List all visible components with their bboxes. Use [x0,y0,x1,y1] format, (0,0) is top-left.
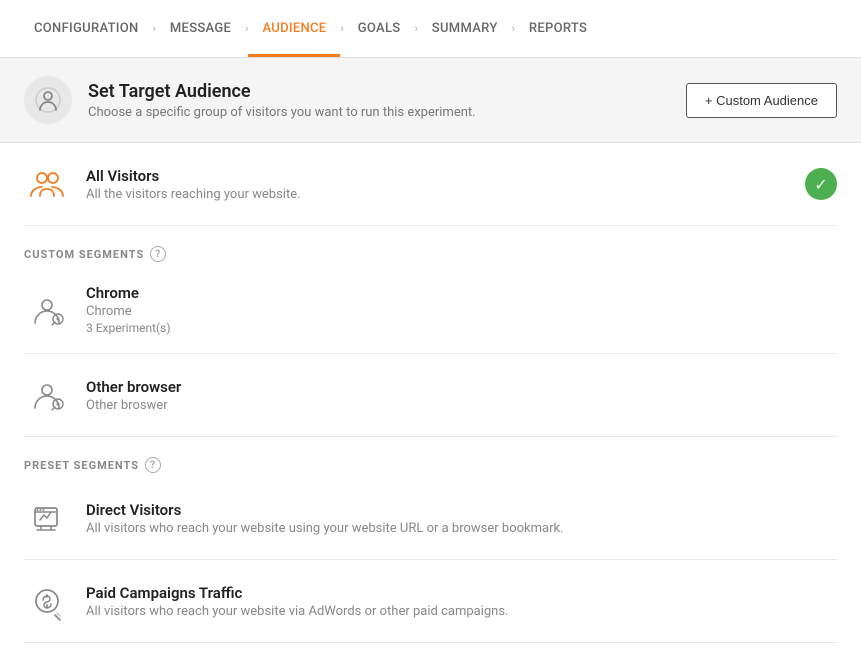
preset-segments-help-icon[interactable]: ? [145,457,161,473]
nav-label-goals: GOALS [358,21,401,36]
paid-campaigns-info: Paid Campaigns Traffic All visitors who … [86,584,837,619]
header-left: Set Target Audience Choose a specific gr… [24,76,476,124]
direct-visitors-name: Direct Visitors [86,501,837,519]
chrome-segment-item[interactable]: Chrome Chrome 3 Experiment(s) [24,266,837,354]
custom-segments-help-icon[interactable]: ? [150,246,166,262]
nav-item-summary[interactable]: SUMMARY [418,0,512,57]
direct-visitors-desc: All visitors who reach your website usin… [86,521,837,536]
nav-label-message: MESSAGE [170,21,231,36]
page-subtitle: Choose a specific group of visitors you … [88,105,476,120]
page-header: Set Target Audience Choose a specific gr… [0,58,861,143]
nav-item-configuration[interactable]: CONFIGURATION [20,0,153,57]
all-visitors-name: All Visitors [86,167,789,185]
nav-label-configuration: CONFIGURATION [34,21,139,36]
chrome-segment-name: Chrome [86,284,837,302]
paid-campaigns-icon [24,578,70,624]
other-browser-segment-desc: Other broswer [86,398,837,413]
paid-campaigns-name: Paid Campaigns Traffic [86,584,837,602]
chrome-segment-icon [24,287,70,333]
nav-item-reports[interactable]: REPORTS [515,0,601,57]
direct-visitors-info: Direct Visitors All visitors who reach y… [86,501,837,536]
nav-item-audience[interactable]: AUDIENCE [248,0,340,57]
custom-segments-label: CUSTOM SEGMENTS ? [24,246,837,262]
nav-label-reports: REPORTS [529,21,587,36]
preset-segments-section: PRESET SEGMENTS ? Direct Visitors All vi… [0,437,861,643]
chrome-segment-desc: Chrome [86,304,837,319]
chrome-segment-info: Chrome Chrome 3 Experiment(s) [86,284,837,335]
navigation: CONFIGURATION › MESSAGE › AUDIENCE › GOA… [0,0,861,58]
chrome-segment-experiments: 3 Experiment(s) [86,321,837,335]
direct-visitors-icon [24,495,70,541]
all-visitors-section: All Visitors All the visitors reaching y… [0,143,861,226]
all-visitors-icon [24,161,70,207]
other-browser-segment-name: Other browser [86,378,837,396]
all-visitors-info: All Visitors All the visitors reaching y… [86,167,789,202]
other-browser-segment-icon [24,372,70,418]
nav-label-summary: SUMMARY [432,21,498,36]
nav-item-goals[interactable]: GOALS [344,0,415,57]
other-browser-segment-item[interactable]: Other browser Other broswer [24,354,837,437]
nav-label-audience: AUDIENCE [262,21,326,36]
other-browser-segment-info: Other browser Other broswer [86,378,837,413]
preset-segments-label: PRESET SEGMENTS ? [24,457,837,473]
nav-item-message[interactable]: MESSAGE [156,0,245,57]
custom-segments-section: CUSTOM SEGMENTS ? Chrome Chrome 3 Experi… [0,226,861,437]
all-visitors-item[interactable]: All Visitors All the visitors reaching y… [24,143,837,226]
preset-segments-text: PRESET SEGMENTS [24,459,139,472]
all-visitors-desc: All the visitors reaching your website. [86,187,789,202]
paid-campaigns-desc: All visitors who reach your website via … [86,604,837,619]
custom-audience-button[interactable]: + Custom Audience [686,83,837,118]
paid-campaigns-item[interactable]: Paid Campaigns Traffic All visitors who … [24,560,837,643]
custom-segments-text: CUSTOM SEGMENTS [24,248,144,261]
page-title: Set Target Audience [88,81,476,102]
header-text: Set Target Audience Choose a specific gr… [88,81,476,120]
all-visitors-selected-icon: ✓ [805,168,837,200]
direct-visitors-item[interactable]: Direct Visitors All visitors who reach y… [24,477,837,560]
target-audience-icon [24,76,72,124]
